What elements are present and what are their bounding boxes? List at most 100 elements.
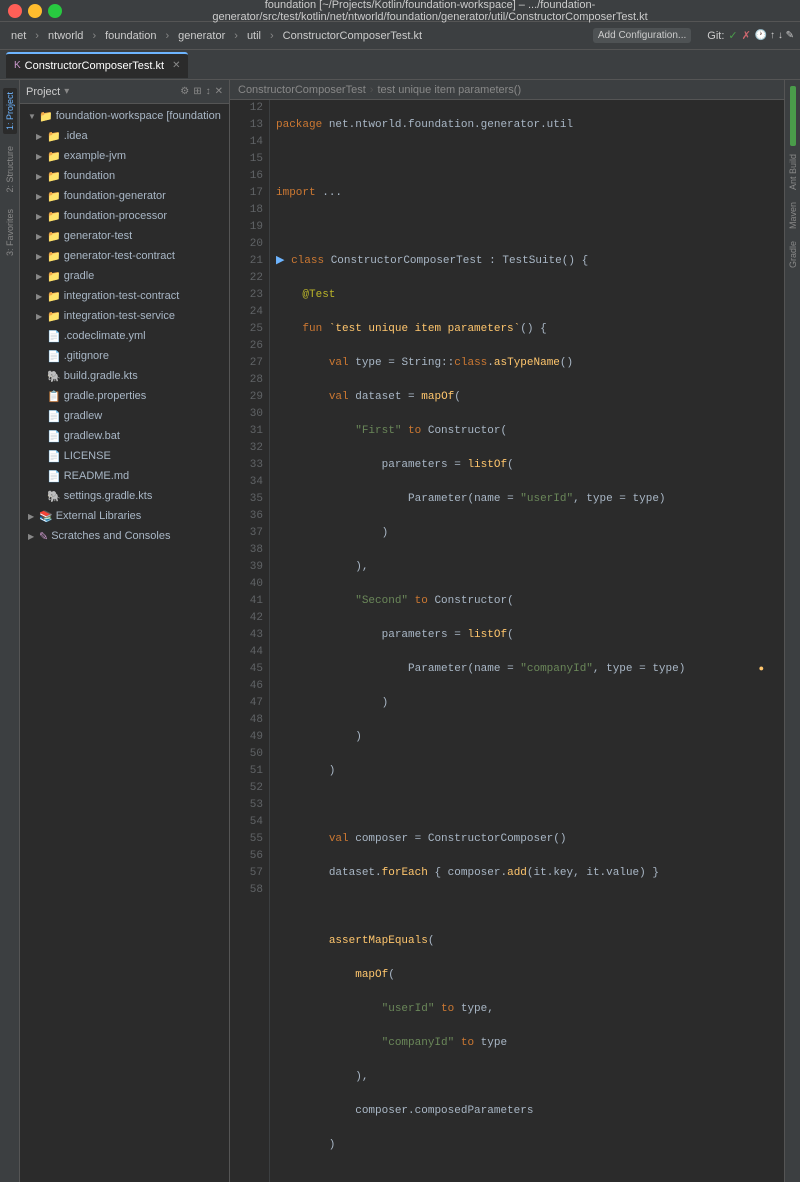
gitignore-icon: 📄 bbox=[47, 350, 61, 363]
tree-integration-test-contract[interactable]: ▶ 📁 integration-test-contract bbox=[20, 286, 229, 306]
its-arrow-icon: ▶ bbox=[36, 312, 44, 321]
gradle-props-icon: 📋 bbox=[47, 390, 61, 403]
tree-scratches[interactable]: ▶ ✎ Scratches and Consoles bbox=[20, 526, 229, 546]
tree-codeclimate[interactable]: ▶ 📄 .codeclimate.yml bbox=[20, 326, 229, 346]
git-check-icon: ✓ bbox=[728, 29, 737, 42]
tree-license[interactable]: ▶ 📄 LICENSE bbox=[20, 446, 229, 466]
gradlew-label: gradlew bbox=[64, 410, 103, 422]
tree-gradlew-bat[interactable]: ▶ 📄 gradlew.bat bbox=[20, 426, 229, 446]
tree-foundation-generator[interactable]: ▶ 📁 foundation-generator bbox=[20, 186, 229, 206]
found-arrow-icon: ▶ bbox=[36, 172, 44, 181]
project-panel-header: Project ▾ ⚙ ⊞ ↕ ✕ bbox=[20, 80, 229, 104]
license-icon: 📄 bbox=[47, 450, 61, 463]
breadcrumb-class: ConstructorComposerTest bbox=[238, 84, 366, 96]
nav-ntworld[interactable]: ntworld bbox=[43, 28, 88, 44]
line-numbers: 12 13 14 15 16 17 18 19 20 21 22 23 24 2… bbox=[230, 100, 270, 1182]
ant-build-tab[interactable]: Ant Build bbox=[787, 150, 799, 194]
tab-close-icon[interactable]: ✕ bbox=[172, 60, 180, 71]
sidebar-item-project[interactable]: 1: Project bbox=[3, 88, 17, 134]
close-button[interactable] bbox=[8, 4, 22, 18]
gradlew-bat-icon: 📄 bbox=[47, 430, 61, 443]
gradle-tab[interactable]: Gradle bbox=[787, 237, 799, 272]
ext-lib-icon: 📚 bbox=[39, 510, 53, 523]
git-x-icon: ✗ bbox=[742, 29, 751, 42]
editor-area: ConstructorComposerTest › test unique it… bbox=[230, 80, 784, 1182]
nav-generator[interactable]: generator bbox=[173, 28, 230, 44]
layout-icon[interactable]: ⊞ bbox=[193, 86, 201, 97]
minimize-button[interactable] bbox=[28, 4, 42, 18]
nav-net[interactable]: net bbox=[6, 28, 31, 44]
tree-foundation-processor[interactable]: ▶ 📁 foundation-processor bbox=[20, 206, 229, 226]
gradlew-icon: 📄 bbox=[47, 410, 61, 423]
idea-folder-icon: 📁 bbox=[47, 130, 61, 143]
settings-gradle-label: settings.gradle.kts bbox=[64, 490, 153, 502]
breadcrumb-method: test unique item parameters() bbox=[377, 84, 521, 96]
tab-file-icon: K bbox=[14, 60, 21, 71]
window-title: foundation [~/Projects/Kotlin/foundation… bbox=[68, 0, 792, 23]
git-label: Git: bbox=[707, 30, 724, 42]
sidebar-item-structure[interactable]: 2: Structure bbox=[3, 142, 17, 197]
nav-foundation[interactable]: foundation bbox=[100, 28, 161, 44]
expand-icon[interactable]: ↕ bbox=[206, 86, 211, 97]
tree-build-gradle[interactable]: ▶ 🐘 build.gradle.kts bbox=[20, 366, 229, 386]
gtc-arrow-icon: ▶ bbox=[36, 252, 44, 261]
git-icons: 🕐 ↑ ↓ ✎ bbox=[755, 30, 794, 41]
fp-label: foundation-processor bbox=[64, 210, 167, 222]
gradlew-bat-label: gradlew.bat bbox=[64, 430, 120, 442]
tree-gitignore[interactable]: ▶ 📄 .gitignore bbox=[20, 346, 229, 366]
idea-label: .idea bbox=[64, 130, 88, 142]
maximize-button[interactable] bbox=[48, 4, 62, 18]
root-folder-icon: 📁 bbox=[39, 110, 53, 123]
editor-content[interactable]: 12 13 14 15 16 17 18 19 20 21 22 23 24 2… bbox=[230, 100, 784, 1182]
nav-bar: net › ntworld › foundation › generator ›… bbox=[0, 22, 800, 50]
tree-readme[interactable]: ▶ 📄 README.md bbox=[20, 466, 229, 486]
root-label: foundation-workspace [foundation bbox=[56, 110, 221, 122]
editor-toolbar: K ConstructorComposerTest.kt ✕ bbox=[0, 50, 800, 80]
tree-example-jvm[interactable]: ▶ 📁 example-jvm bbox=[20, 146, 229, 166]
gtc-folder-icon: 📁 bbox=[47, 250, 61, 263]
tree-integration-test-service[interactable]: ▶ 📁 integration-test-service bbox=[20, 306, 229, 326]
g-label: gradle bbox=[64, 270, 95, 282]
fp-arrow-icon: ▶ bbox=[36, 212, 44, 221]
tree-gradlew[interactable]: ▶ 📄 gradlew bbox=[20, 406, 229, 426]
codeclimate-label: .codeclimate.yml bbox=[64, 330, 146, 342]
idea-arrow-icon: ▶ bbox=[36, 132, 44, 141]
nav-file[interactable]: ConstructorComposerTest.kt bbox=[278, 28, 427, 44]
panel-header-icons: ⚙ ⊞ ↕ ✕ bbox=[180, 86, 223, 97]
tree-root[interactable]: ▼ 📁 foundation-workspace [foundation bbox=[20, 106, 229, 126]
its-folder-icon: 📁 bbox=[47, 310, 61, 323]
change-indicator bbox=[790, 86, 796, 146]
right-tabs: Ant Build Maven Gradle bbox=[784, 80, 800, 1182]
tree-settings-gradle[interactable]: ▶ 🐘 settings.gradle.kts bbox=[20, 486, 229, 506]
tree-foundation[interactable]: ▶ 📁 foundation bbox=[20, 166, 229, 186]
gitignore-label: .gitignore bbox=[64, 350, 109, 362]
found-folder-icon: 📁 bbox=[47, 170, 61, 183]
tree-gradle-props[interactable]: ▶ 📋 gradle.properties bbox=[20, 386, 229, 406]
gear-icon[interactable]: ⚙ bbox=[180, 86, 189, 97]
codeclimate-icon: 📄 bbox=[47, 330, 61, 343]
tree-generator-test-contract[interactable]: ▶ 📁 generator-test-contract bbox=[20, 246, 229, 266]
add-configuration-button[interactable]: Add Configuration... bbox=[593, 28, 691, 43]
gt-label: generator-test bbox=[64, 230, 132, 242]
tree-external-libs[interactable]: ▶ 📚 External Libraries bbox=[20, 506, 229, 526]
tree-idea[interactable]: ▶ 📁 .idea bbox=[20, 126, 229, 146]
close-panel-icon[interactable]: ✕ bbox=[215, 86, 223, 97]
nav-util[interactable]: util bbox=[242, 28, 266, 44]
maven-tab[interactable]: Maven bbox=[787, 198, 799, 233]
build-gradle-label: build.gradle.kts bbox=[64, 370, 138, 382]
readme-label: README.md bbox=[64, 470, 129, 482]
code-editor[interactable]: package net.ntworld.foundation.generator… bbox=[270, 100, 784, 1182]
tree-generator-test[interactable]: ▶ 📁 generator-test bbox=[20, 226, 229, 246]
scratch-icon: ✎ bbox=[39, 530, 48, 543]
tree-gradle[interactable]: ▶ 📁 gradle bbox=[20, 266, 229, 286]
scratch-arrow-icon: ▶ bbox=[28, 532, 36, 541]
gradle-props-label: gradle.properties bbox=[64, 390, 147, 402]
title-bar: foundation [~/Projects/Kotlin/foundation… bbox=[0, 0, 800, 22]
project-label: Project bbox=[26, 86, 60, 98]
readme-icon: 📄 bbox=[47, 470, 61, 483]
editor-tab-constructor[interactable]: K ConstructorComposerTest.kt ✕ bbox=[6, 52, 188, 78]
main-row: 1: Project 2: Structure 3: Favorites Pro… bbox=[0, 80, 800, 1182]
itc-folder-icon: 📁 bbox=[47, 290, 61, 303]
scratches-label: Scratches and Consoles bbox=[51, 530, 170, 542]
sidebar-item-favorites[interactable]: 3: Favorites bbox=[3, 205, 17, 260]
